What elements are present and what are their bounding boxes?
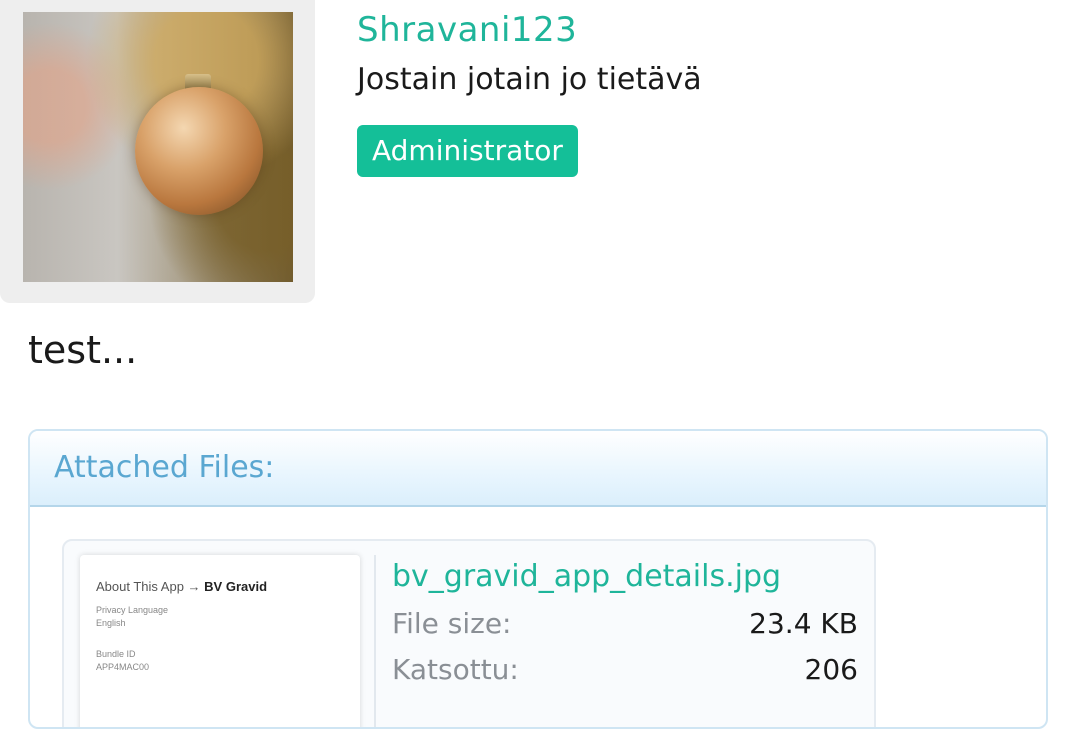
thumbnail-line: APP4MAC00 bbox=[96, 662, 150, 672]
file-size-label: File size: bbox=[392, 607, 512, 640]
thumbnail-line: Bundle ID bbox=[96, 649, 136, 659]
thumbnail-title: About This App → BV Gravid bbox=[96, 579, 267, 594]
card-divider bbox=[374, 555, 376, 727]
ornament-graphic bbox=[135, 87, 263, 215]
thumbnail-title-app: BV Gravid bbox=[204, 579, 268, 594]
file-size-value: 23.4 KB bbox=[749, 607, 858, 640]
attachment-file-name[interactable]: bv_gravid_app_details.jpg bbox=[392, 559, 781, 594]
attachment-card[interactable]: About This App → BV Gravid Privacy Langu… bbox=[62, 539, 876, 727]
thumbnail-title-prefix: About This App → bbox=[96, 579, 201, 594]
views-value: 206 bbox=[804, 653, 858, 686]
thumbnail-line: English bbox=[96, 618, 126, 628]
avatar-frame[interactable] bbox=[0, 0, 315, 303]
avatar[interactable] bbox=[23, 12, 293, 282]
username-link[interactable]: Shravani123 bbox=[357, 10, 577, 50]
user-title: Jostain jotain jo tietävä bbox=[357, 62, 702, 97]
post-body: test... bbox=[28, 328, 138, 372]
attached-files-panel: Attached Files: About This App → BV Grav… bbox=[28, 429, 1048, 729]
role-badge: Administrator bbox=[357, 125, 578, 177]
attached-files-header: Attached Files: bbox=[30, 431, 1046, 507]
thumbnail-line: Privacy Language bbox=[96, 605, 169, 615]
views-label: Katsottu: bbox=[392, 653, 519, 686]
attachment-thumbnail[interactable]: About This App → BV Gravid Privacy Langu… bbox=[80, 555, 360, 727]
attached-files-title: Attached Files: bbox=[54, 450, 275, 485]
